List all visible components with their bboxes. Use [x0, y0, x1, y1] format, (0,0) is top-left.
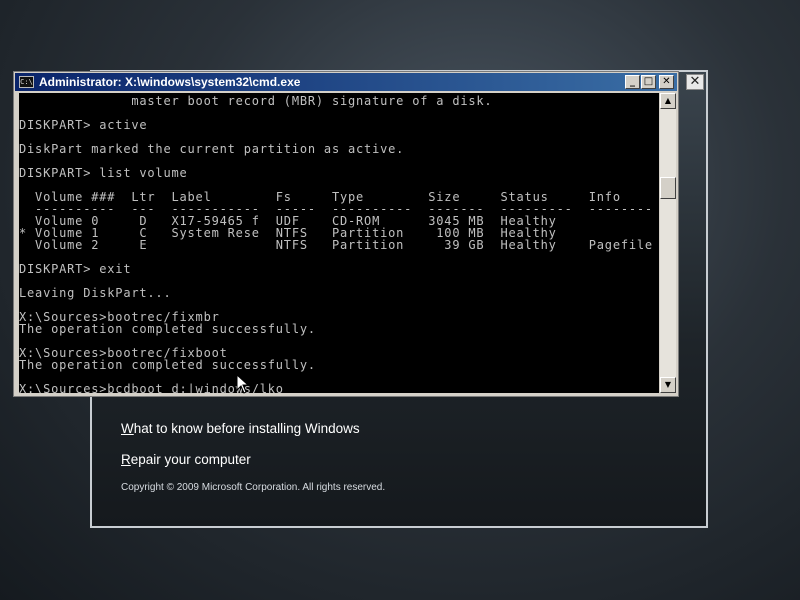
console-line: DISKPART> list volume	[19, 166, 188, 180]
console-line: The operation completed successfully.	[19, 322, 316, 336]
vertical-scrollbar[interactable]: ▲ ▼	[660, 93, 676, 393]
cmd-window[interactable]: C:\ Administrator: X:\windows\system32\c…	[13, 71, 679, 397]
repair-link-label: epair your computer	[130, 452, 251, 467]
console-line: DISKPART> active	[19, 118, 148, 132]
cmd-window-title: Administrator: X:\windows\system32\cmd.e…	[39, 75, 301, 89]
console-output[interactable]: master boot record (MBR) signature of a …	[19, 93, 659, 393]
setup-close-button[interactable]: ✕	[686, 74, 704, 90]
what-to-know-link-accesskey: W	[121, 421, 134, 436]
console-line: The operation completed successfully.	[19, 358, 316, 372]
scroll-up-arrow-icon[interactable]: ▲	[660, 93, 676, 109]
console-line: DiskPart marked the current partition as…	[19, 142, 405, 156]
close-button[interactable]: ✕	[659, 75, 674, 89]
console-line: DISKPART> exit	[19, 262, 132, 276]
mouse-pointer-icon	[236, 374, 250, 394]
scrollbar-thumb[interactable]	[660, 177, 676, 199]
what-to-know-link[interactable]: What to know before installing Windows	[121, 421, 360, 436]
minimize-button[interactable]: _	[625, 75, 640, 89]
repair-link-accesskey: R	[121, 452, 131, 467]
repair-your-computer-link[interactable]: Repair your computer	[121, 452, 251, 467]
cmd-titlebar[interactable]: C:\ Administrator: X:\windows\system32\c…	[15, 73, 677, 91]
console-prompt-line[interactable]: X:\Sources>bcdboot d:|windows/lko _	[19, 383, 300, 393]
console-line: Leaving DiskPart...	[19, 286, 172, 300]
scroll-down-arrow-icon[interactable]: ▼	[660, 377, 676, 393]
console-line: Volume 2 E NTFS Partition 39 GB Healthy …	[19, 238, 653, 252]
cmd-app-icon[interactable]: C:\	[19, 76, 34, 88]
copyright-text: Copyright © 2009 Microsoft Corporation. …	[121, 482, 386, 493]
maximize-button[interactable]: □	[641, 75, 656, 89]
console-line: master boot record (MBR) signature of a …	[19, 94, 493, 108]
what-to-know-link-label: hat to know before installing Windows	[133, 421, 360, 436]
